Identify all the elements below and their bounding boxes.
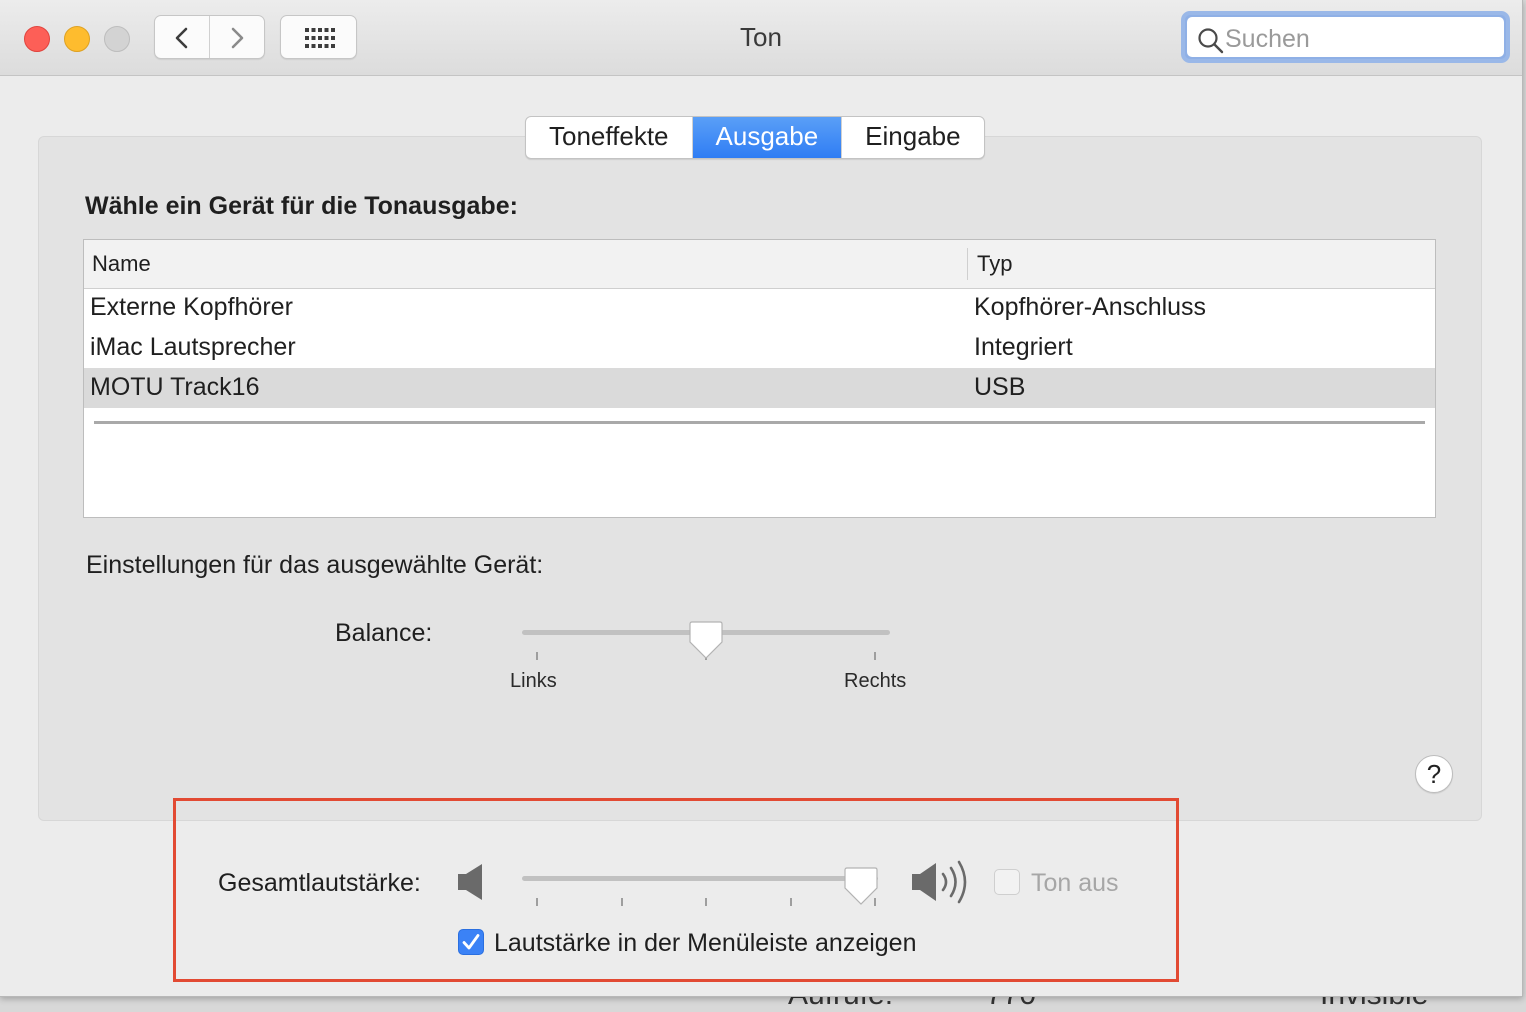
speaker-high-icon xyxy=(912,860,967,904)
mute-checkbox[interactable] xyxy=(994,869,1020,895)
speaker-low-icon xyxy=(458,864,482,900)
table-header: Name Typ xyxy=(84,240,1435,289)
device-type: Kopfhörer-Anschluss xyxy=(974,293,1207,321)
device-type: USB xyxy=(974,373,1026,401)
table-divider xyxy=(94,421,1425,424)
tab-output[interactable]: Ausgabe xyxy=(692,117,843,158)
balance-label: Balance: xyxy=(335,619,433,647)
table-row-selected[interactable]: MOTU Track16 USB xyxy=(84,368,1435,408)
device-name: iMac Lautsprecher xyxy=(90,333,296,361)
output-volume-label: Gesamtlautstärke: xyxy=(218,869,421,897)
volume-tick xyxy=(705,898,707,906)
balance-tick-left xyxy=(536,652,538,660)
device-name: MOTU Track16 xyxy=(90,373,260,401)
output-device-table: Name Typ Externe Kopfhörer Kopfhörer-Ans… xyxy=(83,239,1436,518)
volume-tick xyxy=(536,898,538,906)
mute-label: Ton aus xyxy=(1031,869,1119,897)
volume-slider-thumb[interactable] xyxy=(844,866,879,906)
balance-right-label: Rechts xyxy=(844,670,907,692)
table-row[interactable]: Externe Kopfhörer Kopfhörer-Anschluss xyxy=(84,288,1435,328)
table-row[interactable]: iMac Lautsprecher Integriert xyxy=(84,328,1435,368)
help-button[interactable]: ? xyxy=(1415,755,1453,793)
output-device-heading: Wähle ein Gerät für die Tonausgabe: xyxy=(85,192,518,220)
show-volume-in-menubar-label: Lautstärke in der Menüleiste anzeigen xyxy=(494,929,917,957)
column-header-name[interactable]: Name xyxy=(92,251,151,277)
volume-tick xyxy=(790,898,792,906)
volume-tick xyxy=(621,898,623,906)
sound-preferences-window: Ton Suchen Toneffekte Ausgabe Eingabe Wä… xyxy=(0,0,1523,997)
show-volume-in-menubar-checkbox[interactable] xyxy=(458,929,484,955)
balance-tick-right xyxy=(874,652,876,660)
column-header-type[interactable]: Typ xyxy=(977,251,1012,277)
search-field[interactable]: Suchen xyxy=(1181,11,1510,63)
title-bar: Ton Suchen xyxy=(0,0,1522,76)
volume-slider-track[interactable] xyxy=(522,876,878,881)
tab-bar: Toneffekte Ausgabe Eingabe xyxy=(525,116,985,159)
balance-left-label: Links xyxy=(510,670,557,692)
search-icon xyxy=(1198,28,1224,54)
tab-input[interactable]: Eingabe xyxy=(842,117,983,158)
search-placeholder: Suchen xyxy=(1225,25,1310,53)
tab-sound-effects[interactable]: Toneffekte xyxy=(526,117,693,158)
checkmark-icon xyxy=(462,934,480,950)
search-input[interactable]: Suchen xyxy=(1187,17,1504,57)
column-separator xyxy=(967,248,968,280)
balance-slider-thumb[interactable] xyxy=(689,620,723,660)
device-type: Integriert xyxy=(974,333,1073,361)
device-name: Externe Kopfhörer xyxy=(90,293,293,321)
device-settings-heading: Einstellungen für das ausgewählte Gerät: xyxy=(86,551,544,579)
